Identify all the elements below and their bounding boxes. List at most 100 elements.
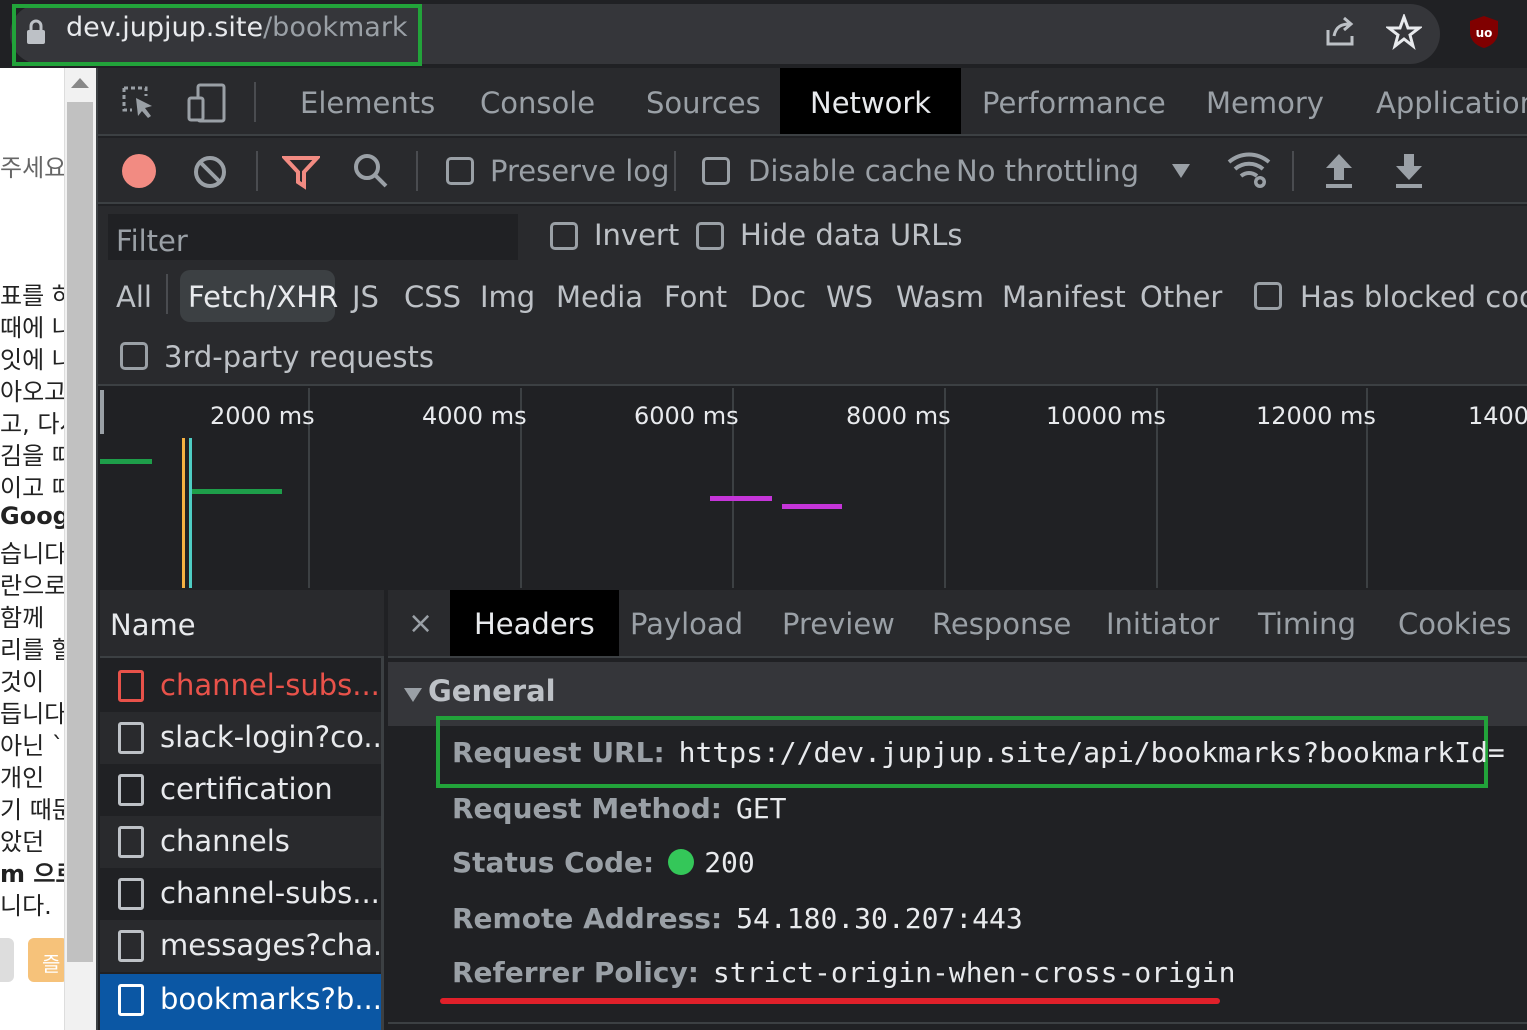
devtools-panel: Elements Console Sources Network Perform… [96, 68, 1527, 1030]
request-name: channels [160, 824, 290, 858]
request-row-selected[interactable]: bookmarks?b... [100, 974, 381, 1030]
timeline-tick: 4000 ms [422, 402, 527, 430]
request-row[interactable]: channels [100, 816, 381, 868]
type-filter-other[interactable]: Other [1140, 280, 1222, 314]
address-url[interactable]: dev.jupjup.site/bookmark [66, 12, 408, 43]
details-tab-bar: × Headers Payload Preview Response Initi… [388, 590, 1527, 658]
type-filter-css[interactable]: CSS [404, 280, 461, 314]
separator [254, 82, 256, 122]
timeline-handle[interactable] [100, 390, 104, 434]
timeline-tick: 12000 ms [1256, 402, 1376, 430]
type-filter-manifest[interactable]: Manifest [1002, 280, 1126, 314]
type-filter-wasm[interactable]: Wasm [896, 280, 984, 314]
request-url-label: Request URL: [452, 736, 665, 769]
tab-response[interactable]: Response [932, 590, 1071, 656]
tab-payload[interactable]: Payload [630, 590, 743, 656]
request-bar [782, 504, 842, 509]
lock-icon[interactable] [24, 18, 48, 46]
disable-cache-checkbox[interactable] [702, 157, 730, 185]
tab-timing[interactable]: Timing [1258, 590, 1356, 656]
tab-performance[interactable]: Performance [982, 68, 1166, 134]
page-text: m 으로 [0, 860, 64, 888]
page-scrollbar[interactable] [64, 68, 96, 1030]
export-har-icon[interactable] [1394, 152, 1424, 190]
share-icon[interactable] [1322, 14, 1358, 50]
tab-network[interactable]: Network [780, 68, 962, 134]
close-details-icon[interactable]: × [408, 590, 433, 656]
request-bar [192, 489, 282, 494]
tab-sources[interactable]: Sources [646, 68, 761, 134]
separator [416, 151, 418, 191]
scrollbar-thumb[interactable] [67, 102, 93, 962]
page-text: 때에 나 [0, 314, 64, 342]
import-har-icon[interactable] [1324, 152, 1354, 190]
device-toolbar-icon[interactable] [186, 82, 228, 124]
request-name: slack-login?co... [160, 720, 381, 754]
request-row[interactable]: slack-login?co... [100, 712, 381, 764]
clear-icon[interactable] [192, 154, 228, 190]
tab-application[interactable]: Application [1376, 68, 1527, 134]
tab-initiator[interactable]: Initiator [1106, 590, 1219, 656]
star-icon[interactable] [1386, 14, 1422, 50]
request-bar [710, 496, 772, 501]
preserve-log-checkbox[interactable] [446, 157, 474, 185]
page-text: 잇에 나 [0, 346, 64, 374]
throttling-select[interactable]: No throttling [956, 154, 1139, 188]
network-overview-timeline[interactable]: 2000 ms 4000 ms 6000 ms 8000 ms 10000 ms… [98, 388, 1527, 588]
request-url-row: Request URL: https://dev.jupjup.site/api/… [452, 736, 1505, 769]
filter-icon[interactable] [282, 154, 320, 190]
type-filter-font[interactable]: Font [664, 280, 727, 314]
invert-checkbox[interactable] [550, 222, 578, 250]
filter-input[interactable]: Filter [108, 214, 518, 260]
referrer-policy-row: Referrer Policy: strict-origin-when-cross… [452, 956, 1235, 989]
type-filter-doc[interactable]: Doc [750, 280, 806, 314]
type-filter-ws[interactable]: WS [826, 280, 873, 314]
tab-cookies[interactable]: Cookies [1398, 590, 1512, 656]
page-text: 란으로 [0, 572, 64, 600]
page-text: 것이 [0, 668, 45, 696]
browser-toolbar: dev.jupjup.site/bookmark uo [0, 0, 1527, 68]
file-icon [118, 984, 144, 1016]
type-filter-img[interactable]: Img [480, 280, 535, 314]
type-filter-media[interactable]: Media [556, 280, 643, 314]
tab-console[interactable]: Console [480, 68, 595, 134]
page-text: 기 때문 [0, 796, 64, 824]
tab-memory[interactable]: Memory [1206, 68, 1324, 134]
remote-address-value: 54.180.30.207:443 [736, 902, 1023, 935]
scroll-up-arrow-icon[interactable] [71, 78, 89, 88]
separator [256, 151, 258, 191]
page-text: 리를 할 [0, 636, 64, 664]
tab-headers[interactable]: Headers [450, 590, 619, 656]
ublock-shield-icon[interactable]: uo [1466, 14, 1502, 50]
divider [388, 1022, 1527, 1024]
type-filter-js[interactable]: JS [352, 280, 379, 314]
request-row[interactable]: channel-subs... [100, 868, 381, 920]
has-blocked-cookies-checkbox[interactable] [1254, 282, 1282, 310]
status-code-value: 200 [704, 846, 755, 879]
tab-preview[interactable]: Preview [782, 590, 895, 656]
hide-data-urls-checkbox[interactable] [696, 222, 724, 250]
record-icon[interactable] [122, 154, 156, 188]
page-text: 았던 [0, 828, 45, 856]
referrer-policy-underline [440, 998, 1220, 1004]
third-party-checkbox[interactable] [120, 342, 148, 370]
referrer-policy-label: Referrer Policy: [452, 956, 699, 989]
type-filter-all[interactable]: All [116, 280, 152, 314]
request-row[interactable]: certification [100, 764, 381, 816]
request-row[interactable]: messages?cha... [100, 920, 381, 972]
collapse-triangle-icon[interactable] [404, 688, 422, 702]
page-text: 표를 하 [0, 282, 64, 310]
page-button[interactable] [0, 938, 14, 982]
request-row[interactable]: channel-subs... [100, 660, 381, 712]
page-text: 주세요. [0, 154, 64, 182]
inspect-element-icon[interactable] [120, 84, 158, 122]
type-filter-fetch-xhr[interactable]: Fetch/XHR [188, 280, 338, 314]
tab-elements[interactable]: Elements [300, 68, 435, 134]
search-icon[interactable] [352, 152, 390, 190]
url-path: /bookmark [263, 12, 408, 43]
page-button[interactable]: 즐 [28, 938, 64, 982]
name-column-header[interactable]: Name [100, 590, 384, 658]
network-conditions-icon[interactable] [1226, 150, 1272, 192]
throttling-dropdown-icon[interactable] [1172, 164, 1190, 178]
request-method-row: Request Method: GET [452, 792, 787, 825]
